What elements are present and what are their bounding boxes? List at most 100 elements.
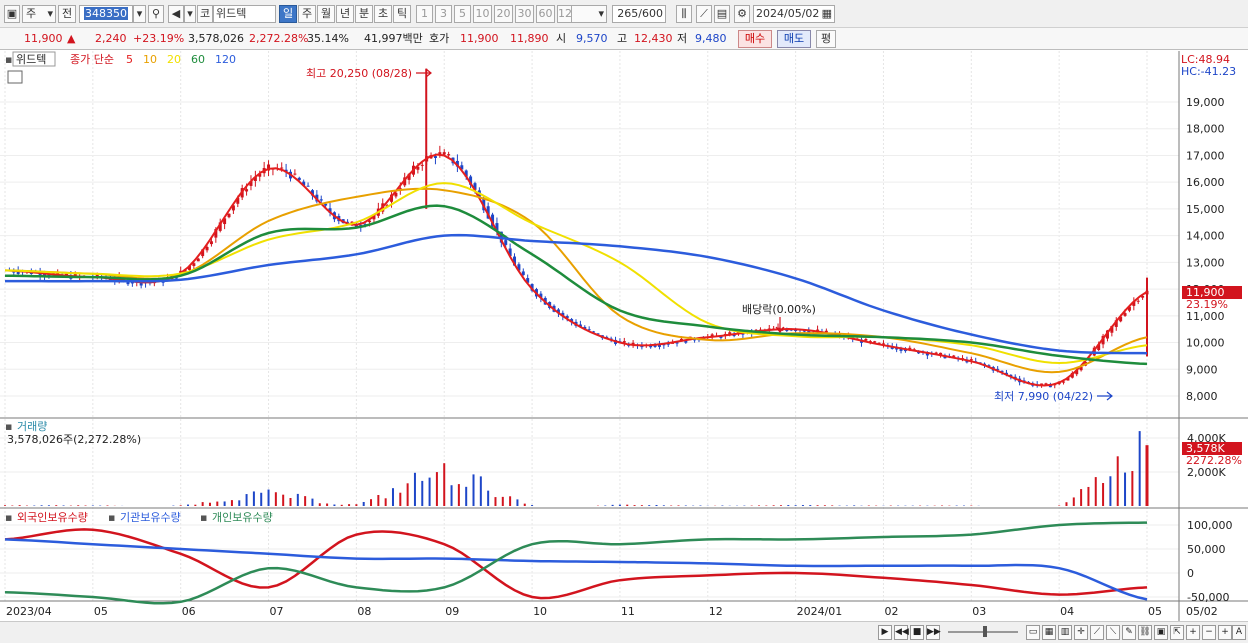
all-button[interactable]: 전 xyxy=(58,5,76,23)
current-pct-tag: 23.19% xyxy=(1186,298,1228,311)
bid-price: 11,890 xyxy=(510,32,549,45)
ask-price: 11,900 xyxy=(460,32,499,45)
buy-button[interactable]: 매수 xyxy=(738,30,772,48)
trend-icon[interactable]: ⟍ xyxy=(1106,625,1120,640)
volume-bar xyxy=(633,505,636,506)
period-3-button[interactable]: 년 xyxy=(336,5,354,23)
candle-type-icon[interactable]: ⫼ xyxy=(676,5,692,23)
fast-forward-icon[interactable]: ▶▶ xyxy=(926,625,941,640)
change-amount: 2,240 xyxy=(95,32,127,45)
interval-1-button[interactable]: 1 xyxy=(416,5,433,23)
window-menu-icon[interactable]: ▣ xyxy=(4,5,20,23)
volume-bar xyxy=(516,499,519,506)
interval-20-button[interactable]: 20 xyxy=(494,5,513,23)
volume-bar xyxy=(201,502,204,506)
volume-bar xyxy=(55,505,58,506)
count-max: /600 xyxy=(638,7,663,20)
trade-amount: 41,997백만 xyxy=(364,32,423,45)
stock-code-input[interactable]: 348350 xyxy=(79,5,133,23)
period-0-button[interactable]: 일 xyxy=(279,5,297,23)
rewind-icon[interactable]: ◀◀ xyxy=(894,625,909,640)
gear-icon[interactable]: ⚙ xyxy=(734,5,750,23)
stock-name-field[interactable]: 위드텍 xyxy=(213,5,276,23)
volume-bar-last xyxy=(1145,445,1149,506)
period-2-button[interactable]: 월 xyxy=(317,5,335,23)
interval-dropdown[interactable]: ▾ xyxy=(571,5,607,23)
volume-bar xyxy=(230,500,233,506)
x-axis-label: 05 xyxy=(94,605,108,618)
grid-icon[interactable]: ▦ xyxy=(1042,625,1056,640)
image-icon[interactable]: ▣ xyxy=(1154,625,1168,640)
volume-bar xyxy=(809,505,812,506)
open-label: 시 xyxy=(556,32,567,45)
sell-button[interactable]: 매도 xyxy=(777,30,811,48)
interval-10-button[interactable]: 10 xyxy=(473,5,492,23)
chevron-down-icon[interactable]: ▾ xyxy=(184,5,196,23)
volume-bar xyxy=(640,505,643,506)
candle-body xyxy=(196,258,200,262)
stop-icon[interactable]: ■ xyxy=(910,625,924,640)
volume-bar xyxy=(479,476,482,506)
volume-summary: 3,578,026주(2,272.28%) xyxy=(7,433,141,446)
volume-title: 거래량 xyxy=(17,420,47,433)
candle-body xyxy=(205,246,209,251)
candle-body xyxy=(447,154,451,156)
interval-3-button[interactable]: 3 xyxy=(435,5,452,23)
volume-bar xyxy=(853,505,856,506)
link-icon[interactable]: ⛓ xyxy=(1138,625,1152,640)
current-price: 11,900 xyxy=(24,32,63,45)
holding-tick-label: 100,000 xyxy=(1187,519,1233,532)
volume-bar xyxy=(238,500,241,506)
search-icon[interactable]: ⚲ xyxy=(148,5,164,23)
count-field[interactable]: 265/600 xyxy=(612,5,666,23)
high-price: 12,430 xyxy=(634,32,673,45)
zoom-out-icon[interactable]: − xyxy=(1202,625,1216,640)
interval-30-button[interactable]: 30 xyxy=(515,5,534,23)
layout-icon[interactable]: ▥ xyxy=(1058,625,1072,640)
x-axis-label: 2024/01 xyxy=(797,605,843,618)
x-axis-label: 03 xyxy=(972,605,986,618)
volume-bar xyxy=(1072,497,1075,506)
volume-bar xyxy=(1065,502,1068,506)
volume-bar xyxy=(677,505,680,506)
low-annotation: 최저 7,990 (04/22) xyxy=(994,390,1093,403)
font-size-icon[interactable]: A xyxy=(1232,625,1246,640)
change-arrow: ▲ xyxy=(67,32,76,45)
candle-body xyxy=(245,189,249,192)
price-tick-label: 8,000 xyxy=(1186,390,1218,403)
save-icon[interactable]: ▤ xyxy=(714,5,730,23)
date-field[interactable]: 2024/05/02 ▦ xyxy=(753,5,835,23)
price-tick-label: 9,000 xyxy=(1186,363,1218,376)
price-tick-label: 14,000 xyxy=(1186,230,1225,243)
stock-type-select[interactable]: 주 ▾ xyxy=(22,5,56,23)
scroll-right-icon[interactable]: ▶ xyxy=(878,625,892,640)
speaker-icon[interactable]: ◀ xyxy=(168,5,184,23)
export-icon[interactable]: ⇱ xyxy=(1170,625,1184,640)
brush-icon[interactable]: ✎ xyxy=(1122,625,1136,640)
period-6-button[interactable]: 틱 xyxy=(393,5,411,23)
interval-5-button[interactable]: 5 xyxy=(454,5,471,23)
zoom-in-icon[interactable]: + xyxy=(1186,625,1200,640)
plus-icon[interactable]: + xyxy=(1218,625,1232,640)
status-bar: ▶ ◀◀ ■ ▶▶ ▭ ▦ ▥ ✛ ⟋ ⟍ ✎ ⛓ ▣ ⇱ + − + A xyxy=(0,621,1248,643)
interval-60-button[interactable]: 60 xyxy=(536,5,555,23)
eval-button[interactable]: 평 xyxy=(816,30,836,48)
chevron-down-icon[interactable]: ▾ xyxy=(133,5,146,23)
period-5-button[interactable]: 초 xyxy=(374,5,392,23)
change-percent: +23.19% xyxy=(133,32,185,45)
volume-bar xyxy=(1138,431,1141,506)
stock-chart[interactable]: 19,000 18,000 17,000 16,000 15,000 14,000 13,0… xyxy=(0,51,1248,621)
trend-icon[interactable]: ⟋ xyxy=(1090,625,1104,640)
line-tool-icon[interactable]: ⟋ xyxy=(696,5,712,23)
volume-bar xyxy=(245,494,248,506)
volume-bar xyxy=(428,477,431,506)
fit-icon[interactable]: ▭ xyxy=(1026,625,1040,640)
candle-body xyxy=(227,213,231,218)
volume-bar xyxy=(801,505,804,506)
period-1-button[interactable]: 주 xyxy=(298,5,316,23)
zoom-slider-thumb[interactable] xyxy=(983,626,987,637)
cross-icon[interactable]: ✛ xyxy=(1074,625,1088,640)
volume-bar xyxy=(787,505,790,506)
period-4-button[interactable]: 분 xyxy=(355,5,373,23)
quote-bar: 11,900 ▲ 2,240 +23.19% 3,578,026 2,272.2… xyxy=(0,28,1248,50)
